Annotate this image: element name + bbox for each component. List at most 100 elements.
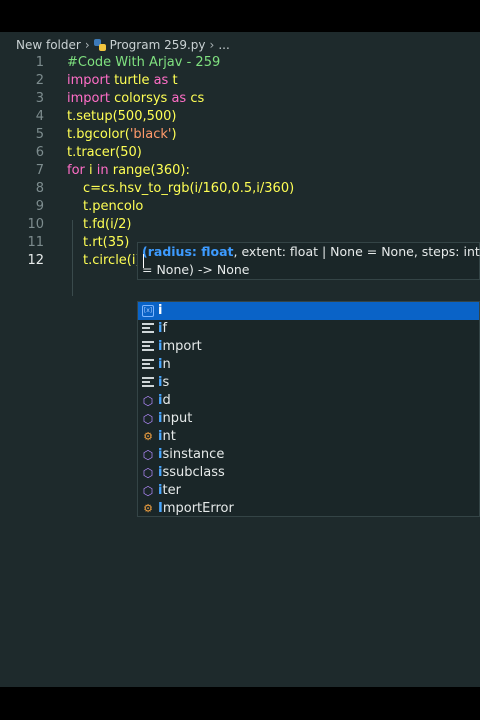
code-token: import: [67, 91, 115, 106]
code-line[interactable]: 3 import colorsys as cs: [0, 90, 480, 108]
code-token: t: [172, 73, 178, 88]
code-text[interactable]: #Code With Arjav - 259: [67, 54, 220, 72]
editor-pane[interactable]: New folder › Program 259.py › ... 1 #Code…: [0, 32, 480, 687]
suggestion-item[interactable]: ⬡ issubclass: [138, 464, 479, 482]
suggestion-label: isinstance: [158, 447, 225, 462]
class-icon: ⚙: [143, 430, 153, 443]
line-number: 9: [35, 199, 44, 214]
suggestion-item[interactable]: [x] i: [138, 302, 479, 320]
suggestion-label: if: [158, 321, 168, 336]
function-icon: ⬡: [142, 448, 154, 462]
keyword-icon: [142, 377, 154, 389]
code-token: 'black': [129, 127, 172, 142]
code-text[interactable]: t.bgcolor('black'): [67, 126, 177, 144]
code-line[interactable]: 7 for i in range(360):: [0, 162, 480, 180]
signature-rest-line2: = None) -> None: [142, 262, 250, 277]
breadcrumb-folder[interactable]: New folder: [16, 38, 81, 52]
code-token: t.rt(35): [83, 235, 130, 250]
suggestion-label: id: [158, 393, 171, 408]
text-cursor: [143, 254, 144, 268]
keyword-icon: [142, 323, 154, 335]
suggestion-label: is: [158, 375, 170, 390]
code-token: t.setup(500,500): [67, 109, 177, 124]
indent-guide: [72, 220, 73, 296]
line-number: 11: [27, 235, 44, 250]
suggestion-item[interactable]: import: [138, 338, 479, 356]
code-text[interactable]: import colorsys as cs: [67, 90, 204, 108]
code-text[interactable]: t.pencolo: [67, 198, 143, 216]
code-text[interactable]: c=cs.hsv_to_rgb(i/160,0.5,i/360): [67, 180, 294, 198]
signature-help-popup: (radius: float, extent: float | None = N…: [137, 242, 480, 280]
line-number: 7: [35, 163, 44, 178]
suggestion-item[interactable]: is: [138, 374, 479, 392]
suggestion-label: i: [158, 303, 163, 318]
code-line[interactable]: 1 #Code With Arjav - 259: [0, 54, 480, 72]
code-token: turtle: [114, 73, 154, 88]
line-number: 8: [35, 181, 44, 196]
suggestion-item[interactable]: ⚙ int: [138, 428, 479, 446]
signature-rest-line1: , extent: float | None = None, steps: in…: [233, 244, 480, 259]
code-line[interactable]: 6 t.tracer(50): [0, 144, 480, 162]
code-token: t.bgcolor(: [67, 127, 130, 142]
suggestion-label: ImportError: [158, 501, 234, 516]
line-number: 10: [27, 217, 44, 232]
chevron-right-icon: ›: [84, 38, 90, 52]
line-number: 1: [35, 55, 44, 70]
breadcrumb-more[interactable]: ...: [218, 38, 229, 52]
code-token: ): [171, 127, 177, 142]
suggestion-list[interactable]: [x] i if import in is ⬡ id ⬡ input ⚙ int ⬡ isinstance…: [137, 301, 480, 517]
suggestion-item[interactable]: ⬡ iter: [138, 482, 479, 500]
class-icon: ⚙: [143, 502, 153, 515]
function-icon: ⬡: [142, 466, 154, 480]
line-number: 4: [35, 109, 44, 124]
code-text[interactable]: t.tracer(50): [67, 144, 142, 162]
suggestion-label: import: [158, 339, 202, 354]
code-token: colorsys: [114, 91, 172, 106]
chevron-right-icon: ›: [209, 38, 215, 52]
code-text[interactable]: import turtle as t: [67, 72, 178, 90]
line-number: 2: [35, 73, 44, 88]
breadcrumb: New folder › Program 259.py › ...: [16, 37, 230, 53]
line-number: 6: [35, 145, 44, 160]
suggestion-item[interactable]: ⬡ isinstance: [138, 446, 479, 464]
code-token: t.fd(i/2): [83, 217, 132, 232]
keyword-icon: [142, 341, 154, 353]
suggestion-label: iter: [158, 483, 181, 498]
signature-active-param: radius: float: [147, 244, 234, 259]
function-icon: ⬡: [142, 484, 154, 498]
code-text[interactable]: t.setup(500,500): [67, 108, 177, 126]
code-token: import: [67, 73, 115, 88]
code-token: t.pencolo: [83, 199, 144, 214]
code-line[interactable]: 9 t.pencolo: [0, 198, 480, 216]
suggestion-item[interactable]: in: [138, 356, 479, 374]
code-token: as: [171, 91, 191, 106]
code-text[interactable]: t.fd(i/2): [67, 216, 131, 234]
code-token: for: [67, 163, 90, 178]
code-token: cs: [190, 91, 205, 106]
code-line[interactable]: 4 t.setup(500,500): [0, 108, 480, 126]
function-icon: ⬡: [142, 394, 154, 408]
breadcrumb-file[interactable]: Program 259.py: [110, 38, 206, 52]
code-text[interactable]: t.circle(i): [67, 252, 141, 270]
code-text[interactable]: t.rt(35): [67, 234, 129, 252]
code-token: t.circle(i): [83, 253, 141, 268]
suggestion-label: input: [158, 411, 193, 426]
keyword-icon: [142, 359, 154, 371]
code-token: i: [89, 163, 97, 178]
code-text[interactable]: for i in range(360):: [67, 162, 190, 180]
code-line[interactable]: 8 c=cs.hsv_to_rgb(i/160,0.5,i/360): [0, 180, 480, 198]
suggestion-item[interactable]: ⬡ id: [138, 392, 479, 410]
suggestion-label: in: [158, 357, 171, 372]
suggestion-label: int: [158, 429, 176, 444]
suggestion-item[interactable]: ⬡ input: [138, 410, 479, 428]
line-number: 3: [35, 91, 44, 106]
code-token: range(360):: [112, 163, 190, 178]
code-token: as: [153, 73, 173, 88]
suggestion-item[interactable]: if: [138, 320, 479, 338]
code-line[interactable]: 5 t.bgcolor('black'): [0, 126, 480, 144]
python-file-icon: [93, 39, 106, 51]
suggestion-item[interactable]: ⚙ ImportError: [138, 500, 479, 518]
code-line[interactable]: 2 import turtle as t: [0, 72, 480, 90]
line-number: 12: [27, 253, 44, 268]
code-token: in: [96, 163, 113, 178]
